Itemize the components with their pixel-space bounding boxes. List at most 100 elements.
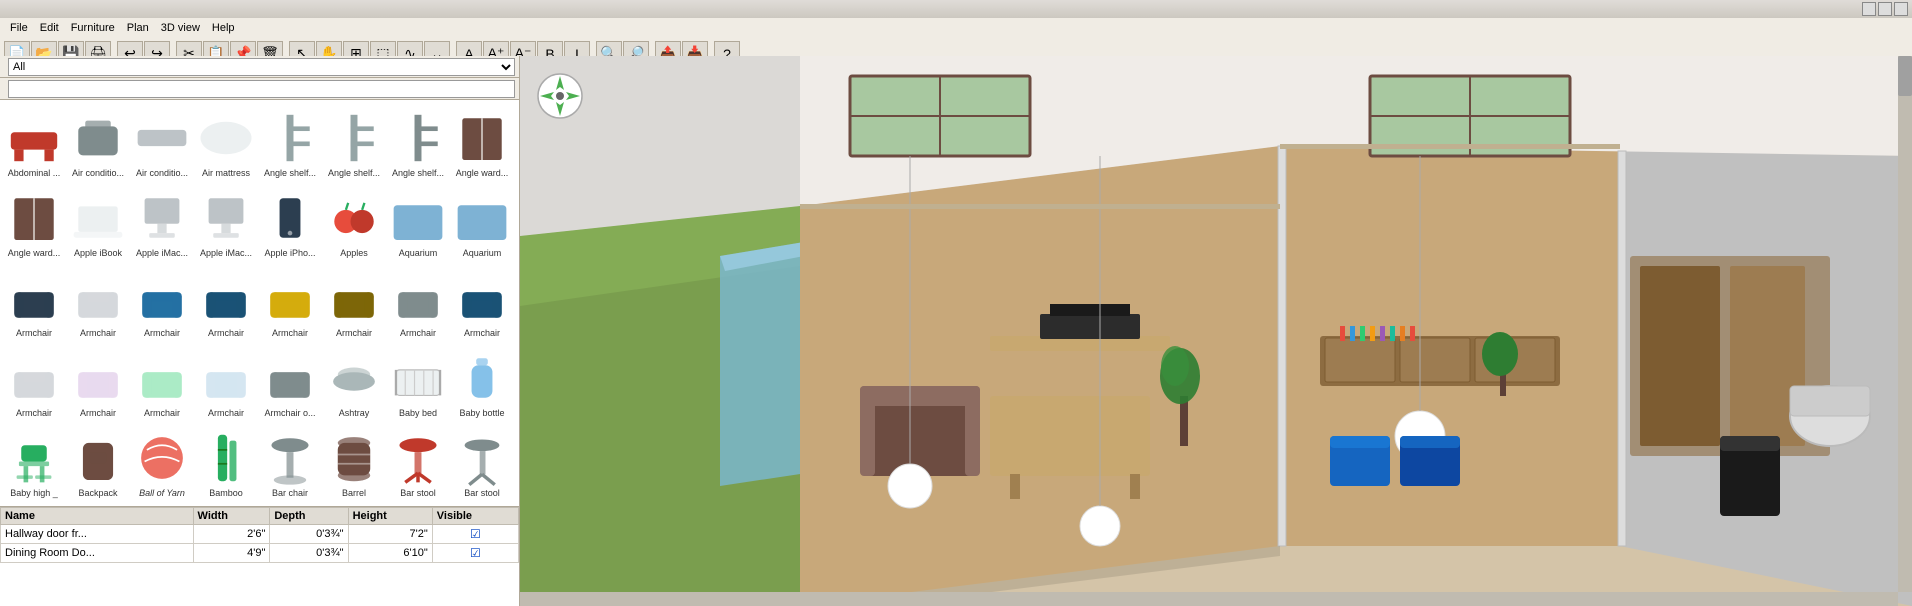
furniture-thumb-25 (69, 349, 127, 407)
furniture-label-27: Armchair (197, 408, 255, 419)
cell-name-0: Hallway door fr... (1, 525, 194, 544)
furniture-thumb-30 (389, 349, 447, 407)
furniture-item-4[interactable]: Angle shelf... (258, 102, 322, 182)
col-name: Name (1, 508, 194, 525)
furniture-thumb-2 (133, 109, 191, 167)
furniture-label-34: Ball of Yarn (133, 488, 191, 499)
menu-help[interactable]: Help (206, 21, 241, 35)
furniture-label-2: Air conditio... (133, 168, 191, 179)
furniture-thumb-39 (453, 429, 511, 487)
furniture-item-26[interactable]: Armchair (130, 342, 194, 422)
furniture-label-7: Angle ward... (453, 168, 511, 179)
furniture-item-29[interactable]: Ashtray (322, 342, 386, 422)
furniture-label-36: Bar chair (261, 488, 319, 499)
furniture-item-15[interactable]: Aquarium (450, 182, 514, 262)
window-buttons (1862, 2, 1908, 16)
furniture-label-13: Apples (325, 248, 383, 259)
3d-view[interactable] (520, 56, 1912, 606)
category-select[interactable]: All (8, 58, 515, 76)
furniture-item-33[interactable]: Backpack (66, 422, 130, 502)
furniture-label-6: Angle shelf... (389, 168, 447, 179)
furniture-item-17[interactable]: Armchair (66, 262, 130, 342)
furniture-item-37[interactable]: Barrel (322, 422, 386, 502)
furniture-item-30[interactable]: Baby bed (386, 342, 450, 422)
furniture-item-11[interactable]: Apple iMac... (194, 182, 258, 262)
cell-visible-0[interactable]: ☑ (432, 525, 518, 544)
search-input[interactable] (8, 80, 515, 98)
furniture-thumb-13 (325, 189, 383, 247)
furniture-thumb-6 (389, 109, 447, 167)
furniture-item-34[interactable]: Ball of Yarn (130, 422, 194, 502)
furniture-label-3: Air mattress (197, 168, 255, 179)
furniture-item-1[interactable]: Air conditio... (66, 102, 130, 182)
furniture-label-4: Angle shelf... (261, 168, 319, 179)
furniture-item-28[interactable]: Armchair o... (258, 342, 322, 422)
furniture-label-17: Armchair (69, 328, 127, 339)
furniture-item-31[interactable]: Baby bottle (450, 342, 514, 422)
furniture-item-21[interactable]: Armchair (322, 262, 386, 342)
furniture-item-38[interactable]: Bar stool (386, 422, 450, 502)
furniture-thumb-24 (5, 349, 63, 407)
furniture-item-36[interactable]: Bar chair (258, 422, 322, 502)
furniture-item-27[interactable]: Armchair (194, 342, 258, 422)
furniture-thumb-18 (133, 269, 191, 327)
furniture-label-23: Armchair (453, 328, 511, 339)
furniture-thumb-12 (261, 189, 319, 247)
furniture-item-12[interactable]: Apple iPho... (258, 182, 322, 262)
table-row-1[interactable]: Dining Room Do... 4'9" 0'3¾" 6'10" ☑ (1, 544, 519, 563)
maximize-button[interactable] (1878, 2, 1892, 16)
menu-edit[interactable]: Edit (34, 21, 65, 35)
furniture-item-9[interactable]: Apple iBook (66, 182, 130, 262)
compass[interactable] (536, 72, 584, 120)
furniture-item-6[interactable]: Angle shelf... (386, 102, 450, 182)
furniture-thumb-4 (261, 109, 319, 167)
furniture-item-14[interactable]: Aquarium (386, 182, 450, 262)
furniture-item-25[interactable]: Armchair (66, 342, 130, 422)
menu-plan[interactable]: Plan (121, 21, 155, 35)
furniture-item-20[interactable]: Armchair (258, 262, 322, 342)
menu-file[interactable]: File (4, 21, 34, 35)
furniture-thumb-33 (69, 429, 127, 487)
furniture-label-24: Armchair (5, 408, 63, 419)
furniture-item-23[interactable]: Armchair (450, 262, 514, 342)
furniture-thumb-26 (133, 349, 191, 407)
furniture-item-16[interactable]: Armchair (2, 262, 66, 342)
furniture-label-30: Baby bed (389, 408, 447, 419)
room-scene (520, 56, 1912, 606)
furniture-item-7[interactable]: Angle ward... (450, 102, 514, 182)
furniture-thumb-21 (325, 269, 383, 327)
furniture-item-2[interactable]: Air conditio... (130, 102, 194, 182)
furniture-thumb-14 (389, 189, 447, 247)
furniture-item-24[interactable]: Armchair (2, 342, 66, 422)
menu-furniture[interactable]: Furniture (65, 21, 121, 35)
furniture-item-22[interactable]: Armchair (386, 262, 450, 342)
furniture-item-35[interactable]: Bamboo (194, 422, 258, 502)
table-row-0[interactable]: Hallway door fr... 2'6" 0'3¾" 7'2" ☑ (1, 525, 519, 544)
col-visible: Visible (432, 508, 518, 525)
furniture-thumb-31 (453, 349, 511, 407)
furniture-label-38: Bar stool (389, 488, 447, 499)
minimize-button[interactable] (1862, 2, 1876, 16)
furniture-item-13[interactable]: Apples (322, 182, 386, 262)
furniture-grid: Abdominal ...Air conditio...Air conditio… (0, 100, 519, 506)
furniture-thumb-35 (197, 429, 255, 487)
window-chrome (0, 0, 1912, 18)
furniture-label-20: Armchair (261, 328, 319, 339)
furniture-item-5[interactable]: Angle shelf... (322, 102, 386, 182)
furniture-item-32[interactable]: Baby high _ (2, 422, 66, 502)
close-button[interactable] (1894, 2, 1908, 16)
furniture-item-19[interactable]: Armchair (194, 262, 258, 342)
furniture-item-0[interactable]: Abdominal ... (2, 102, 66, 182)
furniture-item-18[interactable]: Armchair (130, 262, 194, 342)
cell-visible-1[interactable]: ☑ (432, 544, 518, 563)
menu-3d-view[interactable]: 3D view (155, 21, 206, 35)
furniture-label-21: Armchair (325, 328, 383, 339)
furniture-label-26: Armchair (133, 408, 191, 419)
furniture-item-39[interactable]: Bar stool (450, 422, 514, 502)
furniture-item-8[interactable]: Angle ward... (2, 182, 66, 262)
furniture-item-3[interactable]: Air mattress (194, 102, 258, 182)
furniture-label-0: Abdominal ... (5, 168, 63, 179)
furniture-label-14: Aquarium (389, 248, 447, 259)
furniture-item-10[interactable]: Apple iMac... (130, 182, 194, 262)
furniture-label-5: Angle shelf... (325, 168, 383, 179)
